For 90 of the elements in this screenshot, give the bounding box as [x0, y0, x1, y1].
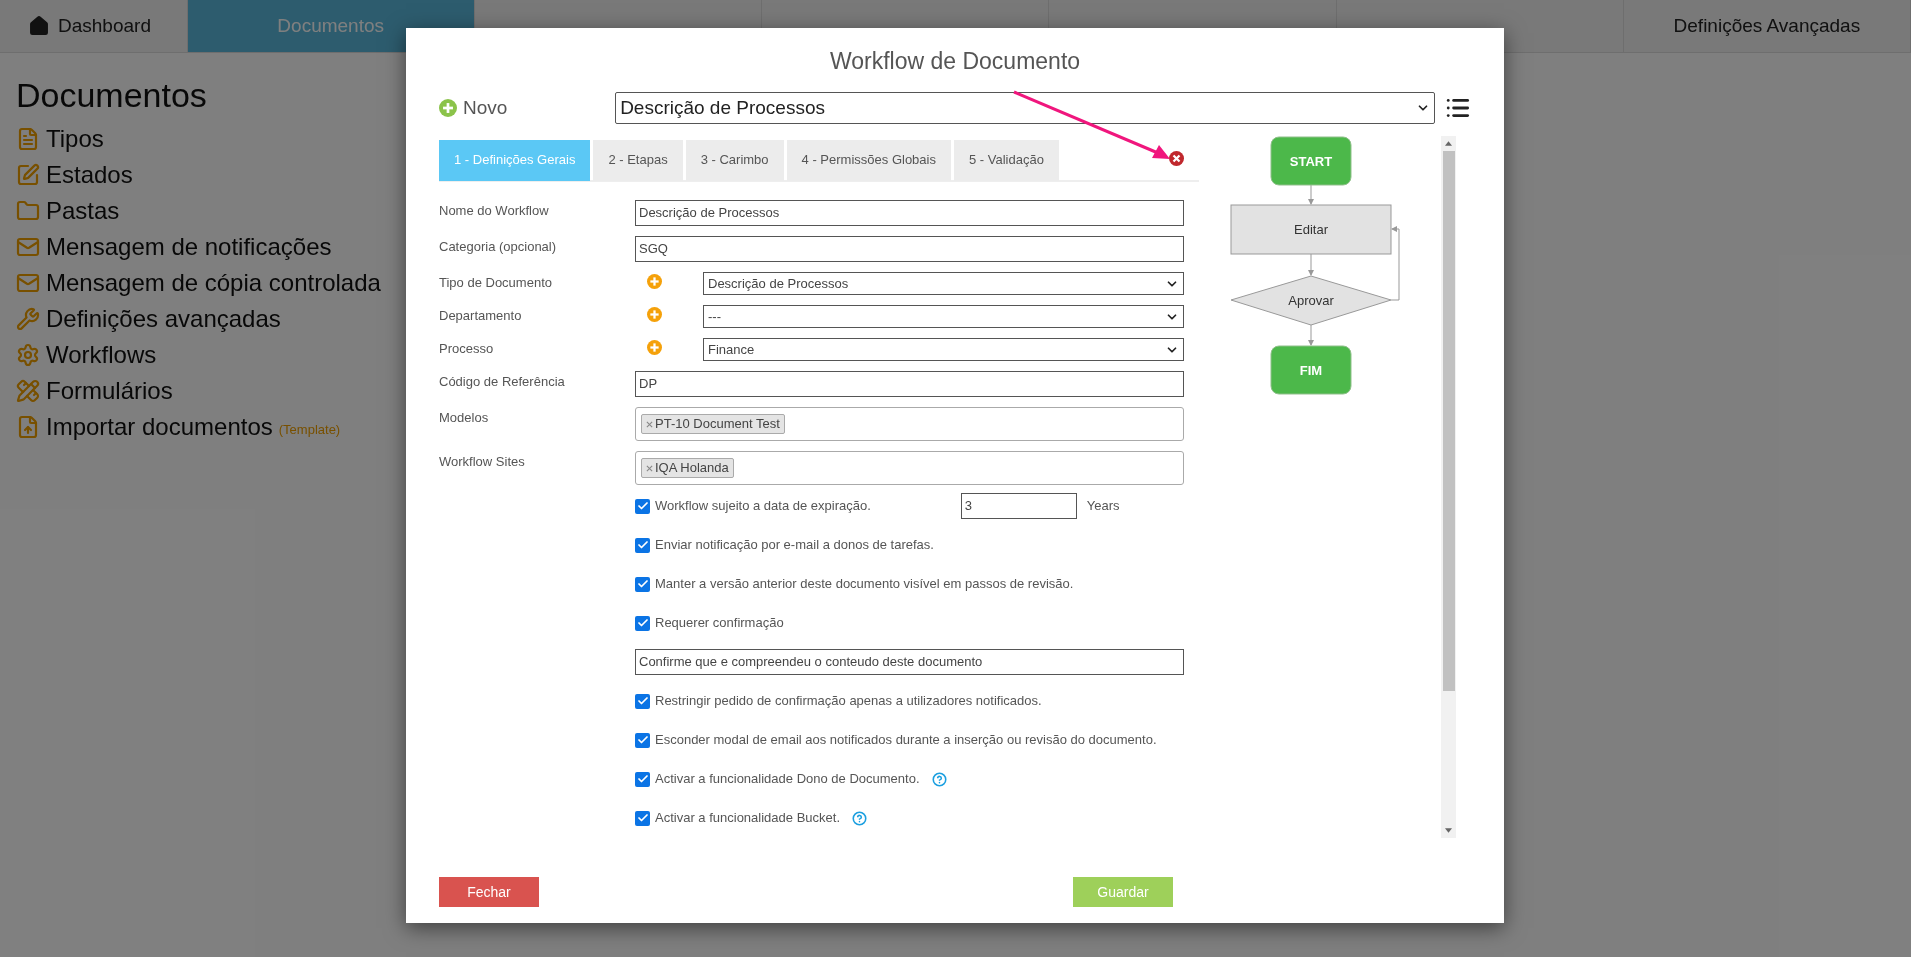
tags-field[interactable]: PT-10 Document Test	[635, 407, 1184, 441]
confirmation-text-field[interactable]: Confirme que e compreendeu o conteudo deste documento	[635, 649, 1184, 675]
checkbox[interactable]	[635, 537, 650, 553]
select-field[interactable]: ---	[703, 305, 1184, 328]
new-button[interactable]: Novo	[439, 93, 616, 123]
flow-connector	[1308, 324, 1314, 346]
sidebar-item[interactable]: Workflows	[16, 337, 381, 373]
scroll-up-icon[interactable]	[1445, 141, 1452, 146]
sidebar-item-icon	[16, 235, 40, 259]
sidebar-item-label: Importar documentos	[46, 412, 273, 442]
close-icon[interactable]	[1169, 150, 1184, 166]
home-icon	[28, 15, 50, 37]
tag-chip[interactable]: IQA Holanda	[641, 458, 734, 478]
sidebar-item-icon	[16, 163, 40, 187]
checkbox[interactable]	[635, 498, 650, 514]
sidebar-item-icon	[16, 379, 40, 403]
field-label: Tipo de Documento	[439, 274, 553, 292]
checkbox-label: Restringir pedido de confirmação apenas a utilizadores notificados.	[655, 692, 1042, 711]
checkbox[interactable]	[635, 810, 650, 826]
expiration-field[interactable]: 3	[960, 493, 1077, 519]
sidebar-item-label: Estados	[46, 160, 133, 190]
sidebar-item-label: Workflows	[46, 340, 157, 370]
nav-tab[interactable]: Definições Avançadas	[1623, 0, 1911, 52]
select-field[interactable]: Finance	[703, 338, 1184, 361]
sidebar-item[interactable]: Definições avançadas	[16, 301, 381, 337]
sidebar-item-icon	[16, 271, 40, 295]
checkbox[interactable]	[635, 576, 650, 592]
scroll-down-icon[interactable]	[1445, 828, 1452, 833]
sidebar-item-label: Tipos	[46, 124, 104, 154]
scrollbar[interactable]	[1441, 136, 1456, 838]
text-field[interactable]: Descrição de Processos	[635, 200, 1184, 226]
sidebar-item-label: Mensagem de cópia controlada	[46, 268, 381, 298]
remove-icon[interactable]	[646, 465, 653, 473]
field-label: Código de Referência	[439, 373, 566, 391]
field-label: Processo	[439, 340, 495, 358]
workflow-select[interactable]: Descrição de Processos	[615, 92, 1436, 124]
sidebar-item-icon	[16, 199, 40, 223]
page-title: Documentos	[16, 75, 207, 116]
checkbox[interactable]	[635, 732, 650, 748]
sidebar-item[interactable]: Formulários	[16, 373, 381, 409]
flow-process-node[interactable]: Editar	[1230, 204, 1392, 255]
sidebar-item[interactable]: Importar documentos (Template)	[16, 409, 381, 445]
checkbox[interactable]	[635, 693, 650, 709]
flow-connector	[1308, 253, 1314, 276]
sidebar-item[interactable]: Estados	[16, 157, 381, 193]
help-icon[interactable]	[931, 771, 947, 787]
flow-decision-node[interactable]: Aprovar	[1230, 275, 1392, 326]
checkbox-label: Requerer confirmação	[655, 614, 784, 633]
sidebar-item-icon	[16, 343, 40, 367]
checkbox-label: Esconder modal de email aos notificados durante a inserção ou revisão do documento.	[655, 731, 1157, 750]
tag-chip[interactable]: PT-10 Document Test	[641, 414, 785, 434]
scrollbar-thumb[interactable]	[1442, 151, 1455, 691]
checkbox[interactable]	[635, 615, 650, 631]
flow-connector	[1308, 184, 1314, 205]
sidebar-item[interactable]: Tipos	[16, 121, 381, 157]
checkbox-label: Activar a funcionalidade Dono de Documento.	[655, 770, 920, 789]
field-label: Workflow Sites	[439, 453, 526, 471]
sidebar-item-label: Mensagem de notificações	[46, 232, 332, 262]
sidebar-item-icon	[16, 307, 40, 331]
remove-icon[interactable]	[646, 421, 653, 429]
modal-title: Workflow de Documento	[828, 47, 1082, 76]
sidebar-item-label: Definições avançadas	[46, 304, 281, 334]
nav-tab[interactable]: Dashboard	[0, 0, 188, 52]
tags-field[interactable]: IQA Holanda	[635, 451, 1184, 485]
modal-tab[interactable]: 5 - Validação	[953, 139, 1059, 181]
close-button[interactable]: Fechar	[439, 877, 539, 907]
modal-tab[interactable]: 4 - Permissões Globais	[786, 139, 951, 181]
text-field[interactable]: SGQ	[635, 236, 1184, 262]
sidebar-item-label: Formulários	[46, 376, 173, 406]
checkbox-label: Activar a funcionalidade Bucket.	[655, 809, 840, 828]
sidebar-item[interactable]: Pastas	[16, 193, 381, 229]
modal-tab[interactable]: 3 - Carimbo	[685, 139, 784, 181]
select-field[interactable]: Descrição de Processos	[703, 272, 1184, 295]
unit-label: Years	[1086, 497, 1120, 516]
checkbox-label: Manter a versão anterior deste documento visível em passos de revisão.	[655, 575, 1074, 594]
sidebar-item-icon	[16, 415, 40, 439]
help-icon[interactable]	[852, 810, 867, 826]
checkbox[interactable]	[635, 771, 650, 787]
field-label: Modelos	[439, 409, 490, 427]
field-label: Nome do Workflow	[439, 202, 550, 220]
sidebar-item[interactable]: Mensagem de notificações	[16, 229, 381, 265]
checkbox-label: Enviar notificação por e-mail a donos de tarefas.	[655, 536, 934, 555]
checkbox-label: Workflow sujeito a data de expiração.	[655, 497, 871, 516]
sidebar-item-icon	[16, 127, 40, 151]
modal-tab[interactable]: 2 - Etapas	[593, 139, 683, 181]
sidebar-item[interactable]: Mensagem de cópia controlada	[16, 265, 381, 301]
field-label: Categoria (opcional)	[439, 238, 558, 256]
text-field[interactable]: DP	[635, 371, 1184, 397]
sidebar-item-label: Pastas	[46, 196, 120, 226]
field-label: Departamento	[439, 307, 523, 325]
